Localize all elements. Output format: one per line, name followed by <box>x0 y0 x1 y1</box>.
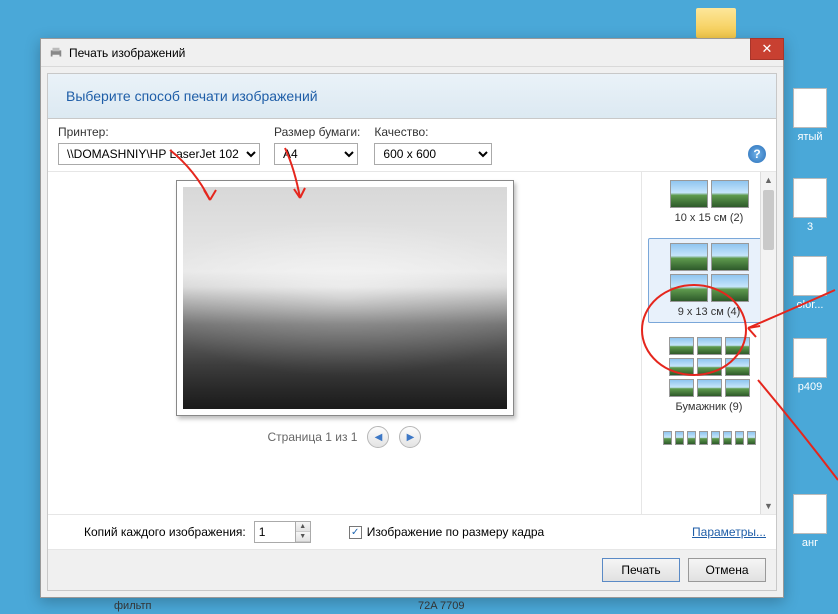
footer-text-mid: 72A 7709 <box>418 600 465 612</box>
desktop-label: olor... <box>786 299 834 311</box>
folder-icon <box>696 8 736 38</box>
layout-label: Бумажник (9) <box>652 401 766 413</box>
layout-label: 10 x 15 см (2) <box>652 212 766 224</box>
paper-group: Размер бумаги: A4 <box>274 125 360 165</box>
paper-label: Размер бумаги: <box>274 125 360 139</box>
layout-option-contact[interactable] <box>648 427 770 453</box>
printer-label: Принтер: <box>58 125 260 139</box>
layout-thumb <box>652 431 766 445</box>
main-area: Страница 1 из 1 ◀ ▶ 10 x 15 см (2) <box>48 172 776 515</box>
chevron-right-icon: ▶ <box>407 432 415 443</box>
file-icon <box>793 88 827 128</box>
quality-label: Качество: <box>374 125 492 139</box>
printer-select[interactable]: \\DOMASHNIY\HP LaserJet 1020 <box>58 143 260 165</box>
desktop-label: p409 <box>786 381 834 393</box>
instruction-text: Выберите способ печати изображений <box>66 88 318 104</box>
close-button[interactable]: ✕ <box>750 38 784 60</box>
close-icon: ✕ <box>762 41 773 57</box>
layout-list[interactable]: 10 x 15 см (2) 9 x 13 см (4) Бумажник (9… <box>642 172 776 514</box>
layout-option-wallet[interactable]: Бумажник (9) <box>648 333 770 417</box>
layout-thumb <box>652 337 766 397</box>
layout-label: 9 x 13 см (4) <box>653 306 765 318</box>
file-icon <box>793 178 827 218</box>
file-icon <box>793 494 827 534</box>
next-page-button[interactable]: ▶ <box>399 426 421 448</box>
preview-pane: Страница 1 из 1 ◀ ▶ <box>48 172 642 514</box>
prev-page-button[interactable]: ◀ <box>367 426 389 448</box>
help-icon: ? <box>753 147 760 161</box>
printer-group: Принтер: \\DOMASHNIY\HP LaserJet 1020 <box>58 125 260 165</box>
desktop-file-4[interactable]: p409 <box>786 338 834 393</box>
quality-select[interactable]: 600 x 600 <box>374 143 492 165</box>
desktop-label: анг <box>786 537 834 549</box>
spin-up-button[interactable]: ▲ <box>296 522 310 532</box>
desktop-file-1[interactable]: ятый <box>786 88 834 143</box>
fit-frame-checkbox[interactable]: ✓ <box>349 526 362 539</box>
layout-option-9x13[interactable]: 9 x 13 см (4) <box>648 238 770 323</box>
page-indicator: Страница 1 из 1 <box>268 430 358 444</box>
print-button[interactable]: Печать <box>602 558 680 582</box>
scroll-up-icon[interactable]: ▲ <box>761 172 776 188</box>
scroll-down-icon[interactable]: ▼ <box>761 498 776 514</box>
dialog-body: Выберите способ печати изображений Принт… <box>47 73 777 591</box>
copies-input[interactable] <box>255 522 295 542</box>
parameters-link[interactable]: Параметры... <box>692 525 766 539</box>
print-pictures-window: Печать изображений ✕ Выберите способ печ… <box>40 38 784 598</box>
spin-down-button[interactable]: ▼ <box>296 532 310 542</box>
scroll-thumb[interactable] <box>763 190 774 250</box>
layout-thumb <box>653 243 765 302</box>
desktop-folder[interactable] <box>692 8 740 41</box>
window-title: Печать изображений <box>69 46 185 60</box>
cancel-button[interactable]: Отмена <box>688 558 766 582</box>
copies-label: Копий каждого изображения: <box>84 525 246 539</box>
copies-spinner: ▲ ▼ <box>254 521 311 543</box>
fit-frame-option[interactable]: ✓ Изображение по размеру кадра <box>349 525 544 539</box>
quality-group: Качество: 600 x 600 <box>374 125 492 165</box>
file-icon <box>793 256 827 296</box>
options-row: Копий каждого изображения: ▲ ▼ ✓ Изображ… <box>48 515 776 550</box>
layout-scrollbar[interactable]: ▲ ▼ <box>760 172 776 514</box>
titlebar: Печать изображений ✕ <box>41 39 783 67</box>
fit-frame-label: Изображение по размеру кадра <box>367 525 544 539</box>
desktop-file-3[interactable]: olor... <box>786 256 834 311</box>
paper-size-select[interactable]: A4 <box>274 143 358 165</box>
desktop-label: 3 <box>786 221 834 233</box>
dialog-buttons: Печать Отмена <box>48 550 776 590</box>
chevron-left-icon: ◀ <box>375 432 383 443</box>
file-icon <box>793 338 827 378</box>
page-preview <box>176 180 514 416</box>
preview-image <box>183 187 507 409</box>
footer-text-left: фильтп <box>114 600 151 612</box>
desktop-label: ятый <box>786 131 834 143</box>
printer-icon <box>49 46 63 60</box>
layout-thumb <box>652 180 766 208</box>
print-controls: Принтер: \\DOMASHNIY\HP LaserJet 1020 Ра… <box>48 119 776 172</box>
desktop-file-5[interactable]: анг <box>786 494 834 549</box>
help-button[interactable]: ? <box>748 145 766 163</box>
layout-option-10x15[interactable]: 10 x 15 см (2) <box>648 176 770 228</box>
instruction-header: Выберите способ печати изображений <box>48 74 776 119</box>
pager: Страница 1 из 1 ◀ ▶ <box>268 426 422 448</box>
desktop-file-2[interactable]: 3 <box>786 178 834 233</box>
check-icon: ✓ <box>351 527 359 538</box>
